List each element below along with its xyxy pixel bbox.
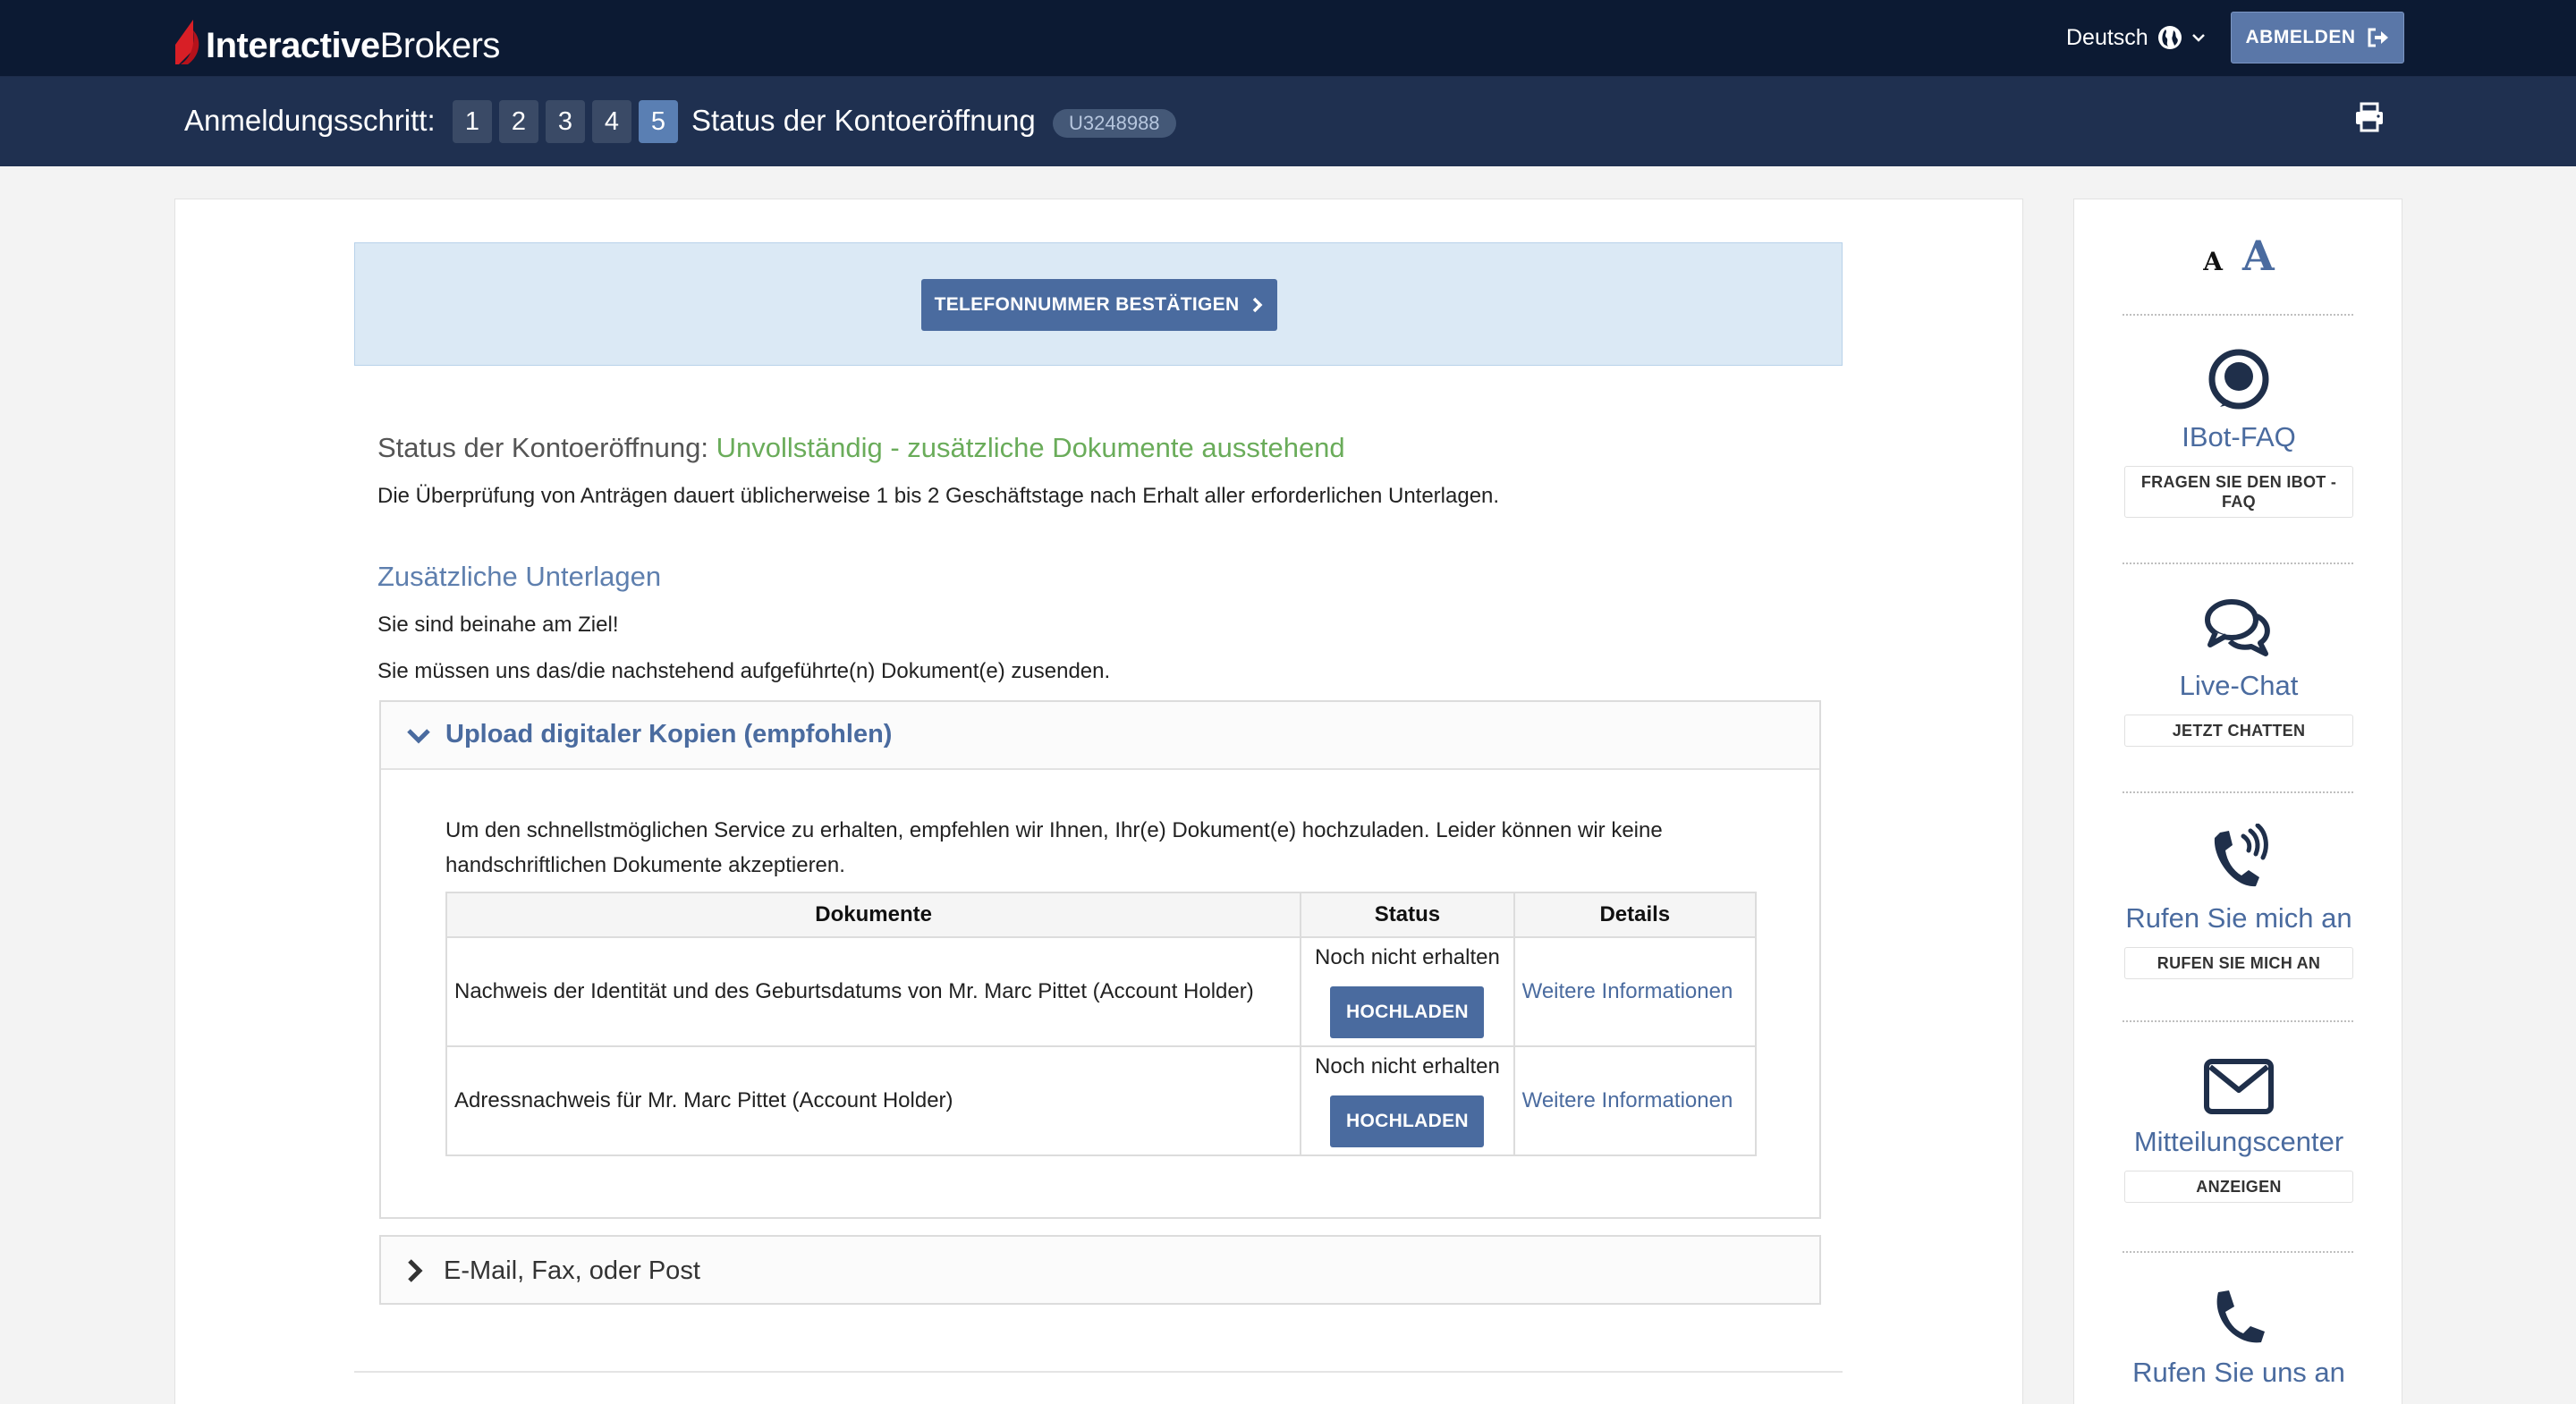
document-status-cell: Noch nicht erhalten HOCHLADEN — [1300, 936, 1515, 1047]
column-header-status: Status — [1300, 892, 1515, 938]
document-status: Noch nicht erhalten — [1315, 1054, 1500, 1078]
column-header-details: Details — [1513, 892, 1758, 938]
additional-documents-heading: Zusätzliche Unterlagen — [377, 561, 662, 592]
sidebar-divider — [2123, 1251, 2353, 1253]
document-details-cell: Weitere Informationen — [1513, 936, 1758, 1047]
sidebar-item-ibot-faq: IBot-FAQ FRAGEN SIE DEN IBOT - FAQ — [2074, 348, 2403, 518]
interactive-brokers-logo[interactable]: Interactive Brokers — [175, 16, 500, 66]
almost-there-text: Sie sind beinahe am Ziel! — [377, 613, 619, 637]
ibot-icon[interactable] — [2207, 348, 2270, 410]
step-1[interactable]: 1 — [453, 100, 492, 143]
call-me-button[interactable]: RUFEN SIE MICH AN — [2124, 947, 2353, 979]
sidebar-item-title[interactable]: IBot-FAQ — [2074, 421, 2403, 453]
phone-icon[interactable] — [2209, 1287, 2268, 1346]
must-send-text: Sie müssen uns das/die nachstehend aufge… — [377, 659, 1111, 683]
chevron-right-icon — [1253, 297, 1263, 313]
confirm-phone-label: TELEFONNUMMER BESTÄTIGEN — [934, 294, 1240, 315]
upload-button[interactable]: HOCHLADEN — [1330, 986, 1485, 1038]
document-status: Noch nicht erhalten — [1315, 945, 1500, 969]
help-sidebar: A A IBot-FAQ FRAGEN SIE DEN IBOT - FAQ L… — [2073, 199, 2402, 1404]
mail-fax-post-title: E-Mail, Fax, oder Post — [444, 1256, 700, 1285]
step-4[interactable]: 4 — [592, 100, 631, 143]
sidebar-item-message-center: Mitteilungscenter ANZEIGEN — [2074, 1058, 2403, 1203]
step-3[interactable]: 3 — [546, 100, 585, 143]
sidebar-item-title[interactable]: Rufen Sie uns an — [2074, 1357, 2403, 1389]
view-messages-button[interactable]: ANZEIGEN — [2124, 1171, 2353, 1203]
sidebar-item-title[interactable]: Mitteilungscenter — [2074, 1126, 2403, 1158]
upload-intro-text: Um den schnellstmöglichen Service zu erh… — [445, 818, 1663, 877]
sidebar-item-title[interactable]: Live-Chat — [2074, 670, 2403, 702]
logo-text-strong: Interactive — [206, 26, 380, 65]
document-name: Nachweis der Identität und des Geburtsda… — [445, 936, 1302, 1047]
language-selector[interactable]: Deutsch — [2066, 21, 2206, 54]
section-divider — [354, 1371, 1843, 1373]
envelope-icon[interactable] — [2203, 1058, 2275, 1115]
more-info-link[interactable]: Weitere Informationen — [1522, 979, 1733, 1003]
sidebar-divider — [2123, 314, 2353, 316]
confirm-phone-button[interactable]: TELEFONNUMMER BESTÄTIGEN — [921, 279, 1277, 331]
more-info-link[interactable]: Weitere Informationen — [1522, 1088, 1733, 1112]
font-size-small-button[interactable]: A — [2203, 247, 2223, 276]
sign-out-icon — [2368, 28, 2388, 47]
logout-button[interactable]: ABMELDEN — [2231, 12, 2404, 63]
upload-accordion-title: Upload digitaler Kopien (empfohlen) — [445, 720, 893, 749]
font-size-large-button[interactable]: A — [2242, 232, 2275, 280]
step-title: Status der Kontoeröffnung — [691, 104, 1036, 137]
chevron-down-icon — [407, 729, 430, 744]
sidebar-divider — [2123, 1020, 2353, 1022]
column-header-documents: Dokumente — [445, 892, 1302, 938]
sidebar-item-call-me: Rufen Sie mich an RUFEN SIE MICH AN — [2074, 824, 2403, 979]
account-status-value: Unvollständig - zusätzliche Dokumente au… — [716, 432, 1345, 463]
upload-accordion-header[interactable]: Upload digitaler Kopien (empfohlen) — [381, 702, 1819, 770]
sidebar-divider — [2123, 791, 2353, 793]
phone-ringing-icon[interactable] — [2207, 824, 2270, 892]
font-size-control: A A — [2074, 232, 2403, 280]
main-content-card: TELEFONNUMMER BESTÄTIGEN Status der Kont… — [174, 199, 2023, 1404]
step-list: 1 2 3 4 5 — [453, 100, 678, 143]
logout-label: ABMELDEN — [2245, 27, 2356, 47]
chevron-right-icon — [408, 1259, 423, 1282]
table-row: Nachweis der Identität und des Geburtsda… — [445, 936, 1758, 1047]
print-icon[interactable] — [2354, 102, 2385, 132]
globe-icon — [2157, 26, 2182, 49]
account-status-heading: Status der Kontoeröffnung: Unvollständig… — [377, 432, 1345, 464]
mail-fax-post-accordion-header[interactable]: E-Mail, Fax, oder Post — [379, 1235, 1821, 1305]
documents-table: Dokumente Status Details Nachweis der Id… — [445, 892, 1758, 1156]
upload-accordion-panel: Upload digitaler Kopien (empfohlen) Um d… — [379, 700, 1821, 1219]
step-2[interactable]: 2 — [499, 100, 538, 143]
top-navbar: Interactive Brokers Deutsch ABMELDEN — [0, 0, 2576, 77]
step-5-active[interactable]: 5 — [639, 100, 678, 143]
table-header-row: Dokumente Status Details — [445, 892, 1758, 938]
logo-flame-icon — [175, 20, 202, 66]
chat-now-button[interactable]: JETZT CHATTEN — [2124, 715, 2353, 747]
logo-text-light: Brokers — [379, 26, 501, 65]
sidebar-item-call-us: Rufen Sie uns an — [2074, 1287, 2403, 1389]
table-row: Adressnachweis für Mr. Marc Pittet (Acco… — [445, 1045, 1758, 1156]
language-label: Deutsch — [2066, 24, 2148, 50]
upload-button[interactable]: HOCHLADEN — [1330, 1095, 1485, 1147]
account-id-badge: U3248988 — [1053, 109, 1176, 138]
registration-step-bar: Anmeldungsschritt: 1 2 3 4 5 Status der … — [0, 77, 2576, 166]
document-status-cell: Noch nicht erhalten HOCHLADEN — [1300, 1045, 1515, 1156]
account-status-label: Status der Kontoeröffnung: — [377, 432, 708, 463]
phone-confirmation-alert: TELEFONNUMMER BESTÄTIGEN — [354, 242, 1843, 366]
status-description: Die Überprüfung von Anträgen dauert übli… — [377, 484, 1500, 508]
document-details-cell: Weitere Informationen — [1513, 1045, 1758, 1156]
ask-ibot-button[interactable]: FRAGEN SIE DEN IBOT - FAQ — [2124, 466, 2353, 518]
chevron-down-icon — [2191, 34, 2205, 42]
document-name: Adressnachweis für Mr. Marc Pittet (Acco… — [445, 1045, 1302, 1156]
sidebar-item-title[interactable]: Rufen Sie mich an — [2074, 902, 2403, 935]
sidebar-item-live-chat: Live-Chat JETZT CHATTEN — [2074, 596, 2403, 747]
sidebar-divider — [2123, 562, 2353, 564]
registration-step-label: Anmeldungsschritt: — [184, 104, 436, 137]
chat-bubbles-icon[interactable] — [2203, 596, 2275, 659]
